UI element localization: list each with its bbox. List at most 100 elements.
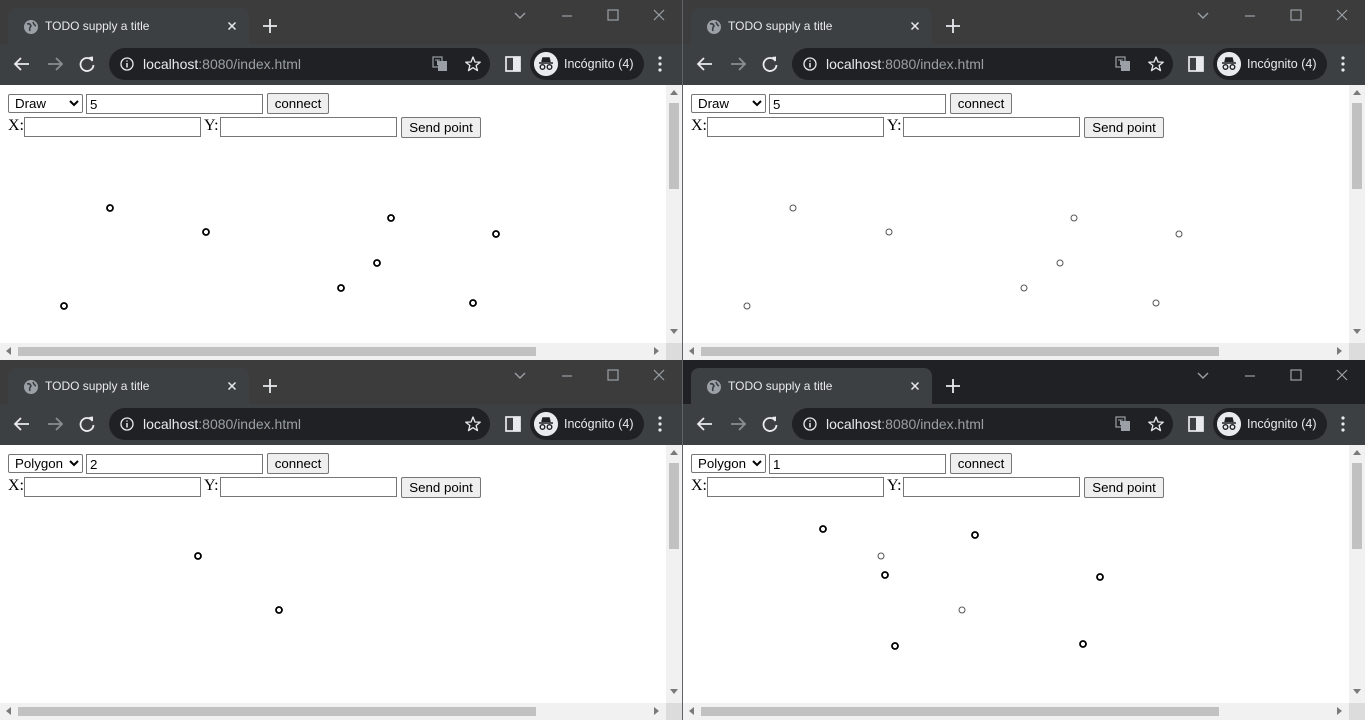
y-coordinate-input[interactable] — [220, 117, 397, 137]
vertical-scroll-thumb[interactable] — [669, 463, 679, 549]
maximize-icon[interactable] — [1285, 366, 1307, 386]
maximize-icon[interactable] — [1285, 6, 1307, 26]
chevron-down-icon[interactable] — [1192, 6, 1214, 26]
chevron-down-icon[interactable] — [1192, 366, 1214, 386]
close-icon[interactable] — [907, 18, 923, 34]
sidepanel-icon[interactable] — [1186, 414, 1206, 434]
star-icon[interactable] — [464, 415, 482, 433]
horizontal-scroll-thumb[interactable] — [701, 347, 1219, 356]
plus-icon[interactable] — [259, 375, 281, 397]
maximize-icon[interactable] — [602, 366, 624, 386]
x-coordinate-input[interactable] — [707, 117, 884, 137]
send-point-button[interactable]: Send point — [401, 117, 481, 138]
horizontal-scrollbar[interactable] — [683, 703, 1349, 720]
info-icon[interactable] — [803, 417, 817, 431]
address-bar[interactable]: localhost:8080/index.html — [792, 48, 1173, 80]
browser-tab[interactable]: TODO supply a title — [691, 8, 932, 44]
address-bar[interactable]: localhost:8080/index.html — [109, 48, 490, 80]
scroll-right-icon[interactable] — [654, 707, 660, 715]
scroll-right-icon[interactable] — [1337, 347, 1343, 355]
back-arrow-icon[interactable] — [695, 54, 715, 74]
channel-id-input[interactable] — [769, 454, 946, 474]
scroll-left-icon[interactable] — [688, 347, 694, 355]
back-arrow-icon[interactable] — [695, 414, 715, 434]
vertical-scroll-thumb[interactable] — [1352, 463, 1362, 549]
y-coordinate-input[interactable] — [220, 477, 397, 497]
incognito-profile-chip[interactable]: Incógnito (4) — [530, 48, 644, 80]
mode-select[interactable]: DrawPolygon — [691, 94, 766, 113]
browser-tab[interactable]: TODO supply a title — [691, 368, 932, 404]
scroll-left-icon[interactable] — [5, 707, 11, 715]
channel-id-input[interactable] — [86, 454, 263, 474]
reload-icon[interactable] — [760, 54, 780, 74]
reload-icon[interactable] — [760, 414, 780, 434]
minimize-icon[interactable] — [556, 6, 578, 26]
vertical-scrollbar[interactable] — [1349, 85, 1365, 343]
kebab-menu-icon[interactable] — [650, 414, 670, 434]
vertical-scrollbar[interactable] — [1349, 445, 1365, 703]
incognito-profile-chip[interactable]: Incógnito (4) — [1213, 48, 1327, 80]
forward-arrow-icon[interactable] — [728, 54, 748, 74]
connect-button[interactable]: connect — [267, 453, 329, 474]
send-point-button[interactable]: Send point — [401, 477, 481, 498]
minimize-icon[interactable] — [1239, 6, 1261, 26]
scroll-up-icon[interactable] — [1353, 89, 1361, 95]
mode-select[interactable]: DrawPolygon — [8, 454, 83, 473]
info-icon[interactable] — [803, 57, 817, 71]
forward-arrow-icon[interactable] — [728, 414, 748, 434]
reload-icon[interactable] — [77, 414, 97, 434]
vertical-scrollbar[interactable] — [666, 445, 682, 703]
kebab-menu-icon[interactable] — [1333, 54, 1353, 74]
star-icon[interactable] — [1147, 55, 1165, 73]
plus-icon[interactable] — [942, 15, 964, 37]
connect-button[interactable]: connect — [950, 453, 1012, 474]
plus-icon[interactable] — [942, 375, 964, 397]
mode-select[interactable]: DrawPolygon — [8, 94, 83, 113]
sidepanel-icon[interactable] — [1186, 54, 1206, 74]
plus-icon[interactable] — [259, 15, 281, 37]
close-icon[interactable] — [907, 378, 923, 394]
reload-icon[interactable] — [77, 54, 97, 74]
scroll-down-icon[interactable] — [670, 689, 678, 695]
star-icon[interactable] — [464, 55, 482, 73]
close-icon[interactable] — [648, 366, 670, 386]
horizontal-scroll-thumb[interactable] — [18, 347, 536, 356]
forward-arrow-icon[interactable] — [45, 414, 65, 434]
horizontal-scrollbar[interactable] — [683, 343, 1349, 360]
info-icon[interactable] — [120, 57, 134, 71]
x-coordinate-input[interactable] — [707, 477, 884, 497]
minimize-icon[interactable] — [1239, 366, 1261, 386]
translate-icon[interactable] — [432, 56, 448, 72]
scroll-up-icon[interactable] — [670, 89, 678, 95]
y-coordinate-input[interactable] — [903, 477, 1080, 497]
send-point-button[interactable]: Send point — [1084, 117, 1164, 138]
forward-arrow-icon[interactable] — [45, 54, 65, 74]
horizontal-scrollbar[interactable] — [0, 703, 666, 720]
horizontal-scroll-thumb[interactable] — [18, 707, 536, 716]
connect-button[interactable]: connect — [950, 93, 1012, 114]
maximize-icon[interactable] — [602, 6, 624, 26]
horizontal-scrollbar[interactable] — [0, 343, 666, 360]
scroll-down-icon[interactable] — [670, 329, 678, 335]
scroll-left-icon[interactable] — [688, 707, 694, 715]
channel-id-input[interactable] — [86, 94, 263, 114]
scroll-down-icon[interactable] — [1353, 689, 1361, 695]
browser-tab[interactable]: TODO supply a title — [8, 8, 249, 44]
horizontal-scroll-thumb[interactable] — [701, 707, 1219, 716]
scroll-right-icon[interactable] — [1337, 707, 1343, 715]
scroll-left-icon[interactable] — [5, 347, 11, 355]
x-coordinate-input[interactable] — [24, 477, 201, 497]
incognito-profile-chip[interactable]: Incógnito (4) — [1213, 408, 1327, 440]
vertical-scrollbar[interactable] — [666, 85, 682, 343]
close-icon[interactable] — [224, 18, 240, 34]
star-icon[interactable] — [1147, 415, 1165, 433]
minimize-icon[interactable] — [556, 366, 578, 386]
close-icon[interactable] — [648, 6, 670, 26]
scroll-down-icon[interactable] — [1353, 329, 1361, 335]
info-icon[interactable] — [120, 417, 134, 431]
scroll-right-icon[interactable] — [654, 347, 660, 355]
vertical-scroll-thumb[interactable] — [1352, 103, 1362, 189]
mode-select[interactable]: DrawPolygon — [691, 454, 766, 473]
address-bar[interactable]: localhost:8080/index.html — [109, 408, 490, 440]
address-bar[interactable]: localhost:8080/index.html — [792, 408, 1173, 440]
